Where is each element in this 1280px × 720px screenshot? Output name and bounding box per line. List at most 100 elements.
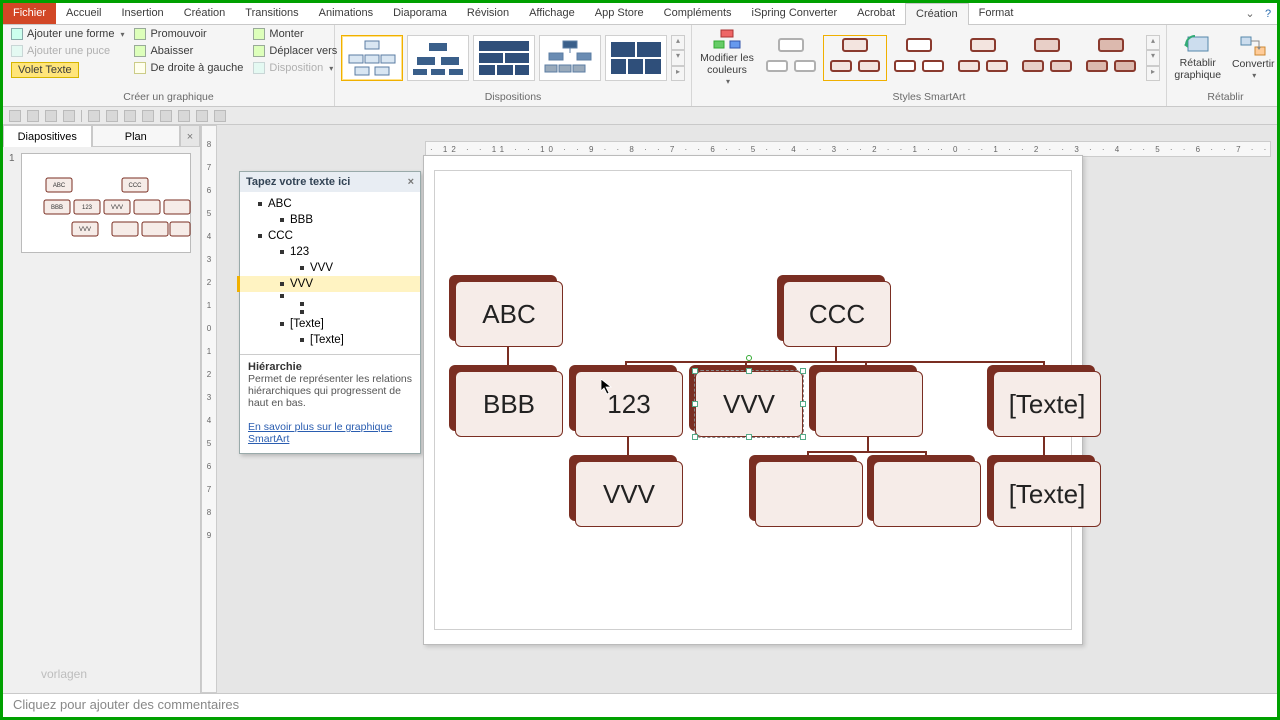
convert-button[interactable]: Convertir▾ bbox=[1229, 35, 1279, 81]
tab-affichage[interactable]: Affichage bbox=[519, 3, 585, 24]
tab-app-store[interactable]: App Store bbox=[585, 3, 654, 24]
smartart-node[interactable] bbox=[755, 461, 863, 527]
smartart-node[interactable] bbox=[873, 461, 981, 527]
qat-icon[interactable] bbox=[214, 110, 226, 122]
smartart-node[interactable]: ABC bbox=[455, 281, 563, 347]
group-label: Créer un graphique bbox=[9, 89, 328, 106]
style-option-2[interactable] bbox=[826, 38, 884, 78]
tab-format[interactable]: Format bbox=[969, 3, 1024, 24]
layout-option-5[interactable] bbox=[605, 35, 667, 81]
qat-icon[interactable] bbox=[178, 110, 190, 122]
watermark: vorlagen bbox=[41, 667, 87, 681]
qat-icon[interactable] bbox=[88, 110, 100, 122]
tab-ispring-converter[interactable]: iSpring Converter bbox=[742, 3, 848, 24]
group-styles: Modifier les couleurs▾ ▴▾▸ Styles SmartA… bbox=[692, 25, 1167, 106]
style-gallery-scroll[interactable]: ▴▾▸ bbox=[1146, 35, 1160, 81]
tab-révision[interactable]: Révision bbox=[457, 3, 519, 24]
smartart-node[interactable]: BBB bbox=[455, 371, 563, 437]
close-pane-icon[interactable]: × bbox=[180, 125, 200, 147]
tab-accueil[interactable]: Accueil bbox=[56, 3, 111, 24]
tab-file[interactable]: Fichier bbox=[3, 3, 56, 24]
svg-text:123: 123 bbox=[82, 205, 93, 211]
qat-icon[interactable] bbox=[106, 110, 118, 122]
modify-colors-button[interactable]: Modifier les couleurs▾ bbox=[698, 29, 756, 87]
tab-création[interactable]: Création bbox=[174, 3, 236, 24]
svg-text:VVV: VVV bbox=[79, 227, 91, 233]
smartart-frame[interactable]: ABCCCCBBB123VVV[Texte]VVV[Texte] bbox=[434, 170, 1072, 630]
qat-icon[interactable] bbox=[142, 110, 154, 122]
app-window: Fichier AccueilInsertionCréationTransiti… bbox=[3, 3, 1277, 717]
group-create-graphic: Ajouter une forme▾ Ajouter une puce Vole… bbox=[3, 25, 335, 106]
tab-acrobat[interactable]: Acrobat bbox=[847, 3, 905, 24]
slide-number: 1 bbox=[9, 153, 15, 164]
qat-icon[interactable] bbox=[27, 110, 39, 122]
smartart-text-pane[interactable]: Tapez votre texte ici× ABCBBBCCC123VVVVV… bbox=[239, 171, 421, 454]
svg-text:ABC: ABC bbox=[53, 183, 66, 189]
layout-option-3[interactable] bbox=[473, 35, 535, 81]
qat-icon[interactable] bbox=[63, 110, 75, 122]
help-icon[interactable]: ? bbox=[1259, 3, 1277, 24]
smartart-node[interactable]: 123 bbox=[575, 371, 683, 437]
text-pane-item[interactable]: BBB bbox=[240, 212, 420, 228]
text-pane-item[interactable]: CCC bbox=[240, 228, 420, 244]
style-option-1[interactable] bbox=[762, 38, 820, 78]
tab-slides[interactable]: Diapositives bbox=[3, 125, 92, 147]
qat-icon[interactable] bbox=[196, 110, 208, 122]
add-shape-button[interactable]: Ajouter une forme▾ bbox=[9, 27, 126, 41]
layout-option-2[interactable] bbox=[407, 35, 469, 81]
text-pane-title: Tapez votre texte ici bbox=[246, 176, 350, 188]
layout-option-1[interactable] bbox=[341, 35, 403, 81]
smartart-node[interactable]: [Texte] bbox=[993, 461, 1101, 527]
qat-icon[interactable] bbox=[160, 110, 172, 122]
slides-pane: Diapositives Plan × 1 ABCCCC B bbox=[3, 125, 201, 693]
qat-icon[interactable] bbox=[124, 110, 136, 122]
smartart-node[interactable]: CCC bbox=[783, 281, 891, 347]
group-label: Dispositions bbox=[341, 89, 685, 106]
style-option-6[interactable] bbox=[1082, 38, 1140, 78]
slide-thumbnail[interactable]: ABCCCC BBB123VVV VVV bbox=[21, 153, 191, 253]
demote-button[interactable]: Abaisser bbox=[132, 44, 245, 58]
text-pane-item[interactable] bbox=[240, 292, 420, 300]
quick-access-toolbar bbox=[3, 107, 1277, 125]
svg-text:BBB: BBB bbox=[51, 205, 63, 211]
tab-diaporama[interactable]: Diaporama bbox=[383, 3, 457, 24]
tab-insertion[interactable]: Insertion bbox=[111, 3, 173, 24]
text-pane-item[interactable]: VVV bbox=[240, 260, 420, 276]
promote-button[interactable]: Promouvoir bbox=[132, 27, 245, 41]
text-pane-item[interactable]: [Texte] bbox=[240, 316, 420, 332]
smartart-node[interactable] bbox=[815, 371, 923, 437]
text-pane-item[interactable]: VVV bbox=[237, 276, 420, 292]
style-option-5[interactable] bbox=[1018, 38, 1076, 78]
tab-outline[interactable]: Plan bbox=[92, 125, 181, 147]
ribbon-minimize-icon[interactable]: ⌄ bbox=[1241, 3, 1259, 24]
rtl-button[interactable]: De droite à gauche bbox=[132, 61, 245, 75]
text-pane-item[interactable]: [Texte] bbox=[240, 332, 420, 348]
slide-canvas[interactable]: ABCCCCBBB123VVV[Texte]VVV[Texte] bbox=[423, 155, 1083, 645]
tab-animations[interactable]: Animations bbox=[309, 3, 383, 24]
smartart-node[interactable]: VVV bbox=[575, 461, 683, 527]
style-option-3[interactable] bbox=[890, 38, 948, 78]
text-pane-item[interactable]: ABC bbox=[240, 196, 420, 212]
tab-compléments[interactable]: Compléments bbox=[654, 3, 742, 24]
notes-placeholder[interactable]: Cliquez pour ajouter des commentaires bbox=[3, 693, 1277, 717]
text-pane-description: Hiérarchie Permet de représenter les rel… bbox=[240, 354, 420, 453]
qat-icon[interactable] bbox=[45, 110, 57, 122]
style-option-4[interactable] bbox=[954, 38, 1012, 78]
reset-graphic-button[interactable]: Rétablir graphique bbox=[1173, 34, 1223, 81]
text-pane-item[interactable] bbox=[240, 308, 420, 316]
smartart-node[interactable]: VVV bbox=[695, 371, 803, 437]
qat-icon[interactable] bbox=[9, 110, 21, 122]
text-pane-item[interactable] bbox=[240, 300, 420, 308]
layout-gallery-scroll[interactable]: ▴▾▸ bbox=[671, 35, 685, 81]
add-bullet-button: Ajouter une puce bbox=[9, 44, 126, 58]
learn-more-link[interactable]: En savoir plus sur le graphique SmartArt bbox=[248, 421, 392, 445]
text-pane-item[interactable]: 123 bbox=[240, 244, 420, 260]
tab-transitions[interactable]: Transitions bbox=[235, 3, 308, 24]
tab-création[interactable]: Création bbox=[905, 3, 969, 25]
close-icon[interactable]: × bbox=[408, 176, 414, 188]
layout-option-4[interactable] bbox=[539, 35, 601, 81]
text-pane-toggle[interactable]: Volet Texte bbox=[9, 61, 126, 79]
group-label: Rétablir bbox=[1173, 89, 1278, 106]
smartart-node[interactable]: [Texte] bbox=[993, 371, 1101, 437]
svg-text:VVV: VVV bbox=[111, 205, 123, 211]
